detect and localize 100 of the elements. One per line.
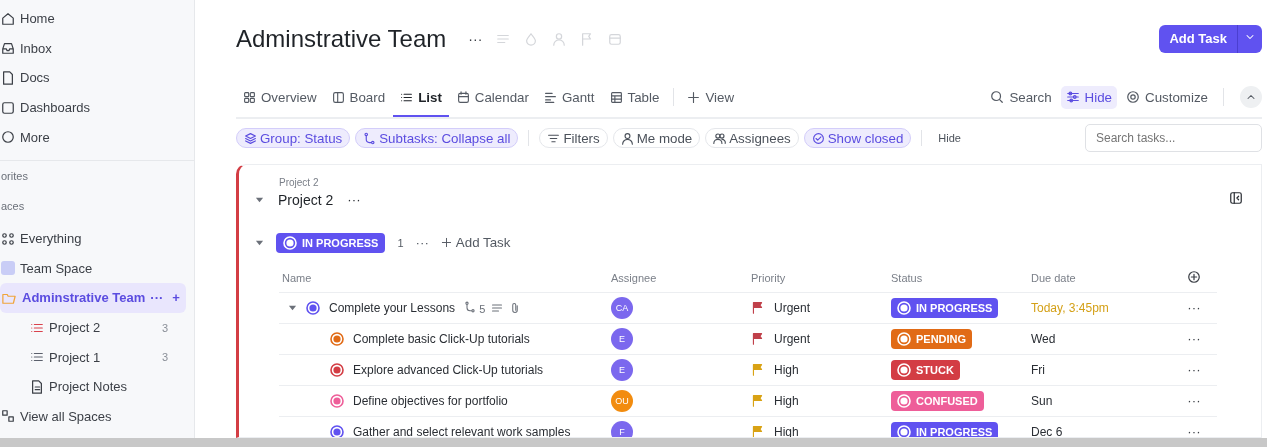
more-button[interactable]: ··· bbox=[415, 235, 429, 251]
task-name[interactable]: Complete your Lessons bbox=[329, 300, 456, 315]
add-task-button[interactable]: Add Task bbox=[440, 235, 511, 251]
board-icon bbox=[331, 90, 345, 104]
more-button[interactable]: ··· bbox=[347, 192, 361, 208]
calendar-icon bbox=[608, 31, 623, 46]
person-icon bbox=[620, 131, 634, 145]
tab[interactable]: Overview bbox=[236, 79, 324, 118]
table-icon bbox=[609, 90, 623, 104]
status-badge[interactable]: IN PROGRESS bbox=[891, 421, 999, 437]
hide-button[interactable]: Hide bbox=[938, 132, 961, 145]
tab[interactable]: Calendar bbox=[449, 79, 536, 118]
sidebar-item[interactable]: Adminstrative Team ··· + bbox=[0, 283, 186, 313]
scrollbar[interactable] bbox=[0, 438, 1267, 447]
task-name[interactable]: Complete basic Click-Up tutorials bbox=[353, 331, 530, 346]
section-heading: orites bbox=[1, 168, 29, 184]
tab[interactable]: Table bbox=[602, 79, 667, 118]
plus-icon bbox=[440, 237, 452, 249]
sidebar-item[interactable]: Team Space bbox=[0, 253, 194, 284]
sidebar-item[interactable]: Everything bbox=[0, 223, 194, 254]
sidebar-item[interactable]: View all Spaces bbox=[0, 401, 194, 432]
filter-chip[interactable]: Show closed bbox=[803, 128, 912, 149]
add-view-tab[interactable]: View bbox=[680, 79, 742, 118]
add-button[interactable]: + bbox=[172, 290, 180, 306]
avatar[interactable]: CA bbox=[611, 296, 633, 319]
nav-item[interactable]: Inbox bbox=[0, 33, 194, 64]
layers-icon bbox=[244, 131, 257, 145]
filter-chip[interactable]: Subtasks: Collapse all bbox=[355, 128, 519, 149]
caret-icon[interactable] bbox=[255, 195, 264, 205]
column-header: Assignee bbox=[608, 263, 748, 293]
sliders-icon bbox=[1065, 90, 1080, 105]
search-icon bbox=[990, 90, 1005, 105]
subtask-icon bbox=[464, 300, 477, 313]
column-header: Priority bbox=[748, 263, 888, 293]
collapse-button[interactable] bbox=[1240, 86, 1262, 109]
more-button[interactable]: ··· bbox=[150, 290, 164, 306]
drop-icon bbox=[524, 31, 539, 46]
status-badge[interactable]: IN PROGRESS bbox=[891, 297, 999, 318]
calendar-icon bbox=[456, 90, 470, 104]
tab[interactable]: Gantt bbox=[536, 79, 602, 118]
status-icon bbox=[897, 300, 911, 315]
tab[interactable]: Board bbox=[324, 79, 393, 118]
page-title: Adminstrative Team bbox=[236, 24, 447, 53]
nav-item[interactable]: Docs bbox=[0, 63, 194, 93]
item-count: 3 bbox=[161, 351, 168, 364]
avatar[interactable]: E bbox=[611, 327, 633, 350]
toolbar-button[interactable]: Customize bbox=[1121, 85, 1213, 109]
space-avatar-icon bbox=[1, 261, 15, 276]
status-icon bbox=[897, 393, 911, 408]
list-title: Project 2 bbox=[278, 191, 334, 208]
more-button[interactable]: ··· bbox=[1187, 424, 1201, 437]
collapse-panel-icon bbox=[1229, 191, 1243, 206]
more-button[interactable]: ··· bbox=[1187, 393, 1201, 409]
due-date: Dec 6 bbox=[1031, 424, 1063, 437]
more-button[interactable]: ··· bbox=[1187, 300, 1201, 316]
squares-icon bbox=[1, 409, 15, 424]
status-badge[interactable]: STUCK bbox=[891, 359, 960, 380]
grid-icon bbox=[1, 231, 15, 246]
due-date: Wed bbox=[1031, 331, 1056, 346]
people-icon bbox=[713, 131, 727, 145]
caret-icon[interactable] bbox=[288, 303, 297, 313]
add-column-icon bbox=[1187, 269, 1201, 284]
tray-icon bbox=[1, 41, 15, 56]
sidebar-item[interactable]: Project Notes bbox=[0, 371, 194, 402]
sidebar-item[interactable]: Project 2 3 bbox=[0, 312, 194, 343]
priority-label: Urgent bbox=[774, 300, 811, 315]
toolbar-button[interactable]: Hide bbox=[1060, 85, 1118, 109]
settings-icon bbox=[1126, 90, 1141, 105]
status-badge[interactable]: IN PROGRESS bbox=[276, 232, 386, 253]
search-field[interactable]: Search tasks... bbox=[1085, 124, 1262, 153]
due-date: Sun bbox=[1031, 393, 1053, 408]
priority-label: High bbox=[774, 362, 799, 377]
sidebar-item[interactable]: Project 1 3 bbox=[0, 342, 194, 372]
due-date: Fri bbox=[1031, 362, 1045, 377]
person-icon bbox=[552, 31, 567, 46]
section-heading: aces bbox=[1, 198, 26, 214]
toolbar-button[interactable]: Search bbox=[985, 85, 1057, 109]
filter-chip[interactable]: Group: Status bbox=[236, 128, 351, 149]
task-count: 1 bbox=[397, 236, 404, 249]
priority-label: High bbox=[774, 393, 799, 408]
more-button[interactable]: ··· bbox=[1187, 362, 1201, 378]
status-icon bbox=[897, 424, 911, 437]
breadcrumb: Project 2 bbox=[279, 176, 320, 188]
more-button[interactable]: ··· bbox=[1187, 331, 1201, 347]
nav-item[interactable]: Dashboards bbox=[0, 92, 194, 123]
status-icon bbox=[283, 235, 297, 250]
tab[interactable]: List bbox=[393, 79, 449, 118]
status-icon bbox=[897, 362, 911, 377]
nav-item[interactable]: More bbox=[0, 122, 194, 152]
document-icon bbox=[30, 379, 44, 394]
avatar[interactable]: E bbox=[611, 358, 633, 381]
avatar[interactable]: F bbox=[611, 420, 633, 437]
nav-item[interactable]: Home bbox=[0, 4, 194, 34]
caret-icon[interactable] bbox=[255, 238, 264, 248]
task-name[interactable]: Explore advanced Click-Up tutorials bbox=[353, 362, 544, 377]
more-button[interactable]: ··· bbox=[468, 30, 483, 47]
gantt-icon bbox=[543, 90, 557, 104]
home-icon bbox=[1, 11, 15, 26]
subtask-icon bbox=[363, 131, 377, 145]
task-name[interactable]: Define objectives for portfolio bbox=[353, 393, 508, 408]
